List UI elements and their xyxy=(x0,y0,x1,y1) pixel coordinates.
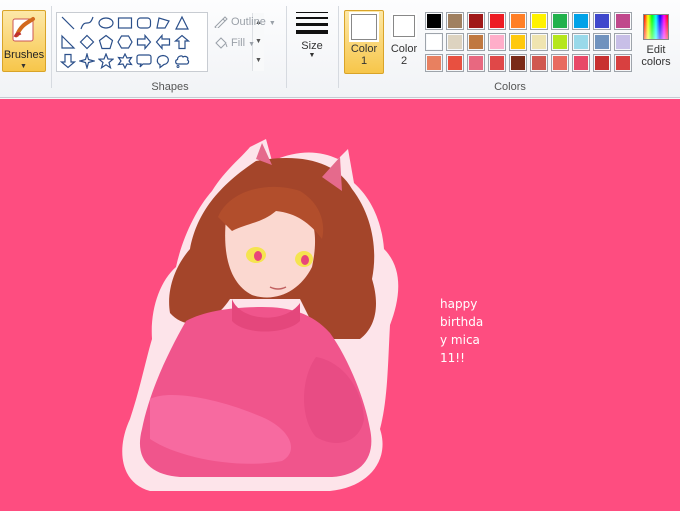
chevron-down-icon: ▼ xyxy=(20,63,27,70)
brush-icon xyxy=(12,17,35,42)
palette-swatch[interactable] xyxy=(572,33,590,51)
palette-swatch[interactable] xyxy=(488,12,506,30)
palette-swatch[interactable] xyxy=(530,54,548,72)
line-width-icon xyxy=(292,12,332,34)
color1-label: Color 1 xyxy=(350,43,378,67)
edit-colors-button[interactable]: Edit colors xyxy=(636,12,676,76)
palette-swatch[interactable] xyxy=(551,54,569,72)
palette-swatch[interactable] xyxy=(551,33,569,51)
brushes-label: Brushes xyxy=(3,49,45,61)
outline-icon xyxy=(214,16,228,30)
oval-icon[interactable] xyxy=(97,14,115,32)
fill-bucket-icon xyxy=(215,37,228,49)
palette-swatch[interactable] xyxy=(509,54,527,72)
palette-swatch[interactable] xyxy=(614,12,632,30)
shapes-gallery[interactable]: ▲ ▼ ▼ xyxy=(56,12,264,72)
brushes-button[interactable]: Brushes ▼ xyxy=(2,10,46,72)
size-button[interactable]: Size ▼ xyxy=(292,12,332,74)
palette-swatch[interactable] xyxy=(446,54,464,72)
five-point-star-icon[interactable] xyxy=(97,52,115,70)
outline-button[interactable]: Outline ▼ xyxy=(214,16,276,30)
palette-swatch[interactable] xyxy=(530,12,548,30)
palette-swatch[interactable] xyxy=(467,33,485,51)
rounded-rectangle-icon[interactable] xyxy=(135,14,153,32)
palette-swatch[interactable] xyxy=(614,54,632,72)
palette-swatch[interactable] xyxy=(509,12,527,30)
oval-callout-icon[interactable] xyxy=(154,52,172,70)
fill-label: Fill xyxy=(231,37,246,49)
right-triangle-icon[interactable] xyxy=(59,33,77,51)
color2-swatch xyxy=(391,13,417,39)
palette-swatch[interactable] xyxy=(488,33,506,51)
chevron-down-icon: ▼ xyxy=(248,41,256,48)
outline-label: Outline xyxy=(231,16,266,28)
separator xyxy=(286,6,287,88)
left-arrow-icon[interactable] xyxy=(154,33,172,51)
palette-swatch[interactable] xyxy=(446,33,464,51)
palette-swatch[interactable] xyxy=(530,33,548,51)
palette-swatch[interactable] xyxy=(551,12,569,30)
color2-label: Color 2 xyxy=(390,43,418,67)
color1-button[interactable]: Color 1 xyxy=(344,10,384,74)
birthday-text: happy birthda y mica 11!! xyxy=(440,297,484,365)
palette-swatch[interactable] xyxy=(425,33,443,51)
polygon-icon[interactable] xyxy=(154,14,172,32)
palette-swatch[interactable] xyxy=(488,54,506,72)
curve-icon[interactable] xyxy=(78,14,96,32)
fill-button[interactable]: Fill ▼ xyxy=(214,37,255,49)
pentagon-icon[interactable] xyxy=(97,33,115,51)
edit-colors-label: Edit colors xyxy=(641,44,671,68)
character-artwork xyxy=(122,139,399,491)
up-arrow-icon[interactable] xyxy=(173,33,191,51)
palette-swatch[interactable] xyxy=(467,12,485,30)
shapes-group-label: Shapes xyxy=(151,81,189,93)
down-arrow-icon[interactable] xyxy=(59,52,77,70)
color-spectrum-icon xyxy=(643,14,669,40)
chevron-down-icon: ▼ xyxy=(308,52,316,59)
size-label: Size xyxy=(301,40,323,52)
triangle-icon[interactable] xyxy=(173,14,191,32)
palette-swatch[interactable] xyxy=(425,54,443,72)
gallery-expand-icon[interactable]: ▼ xyxy=(253,51,264,70)
separator xyxy=(51,6,52,88)
chevron-down-icon: ▼ xyxy=(268,20,276,27)
ribbon: Brushes ▼ ▲ ▼ ▼ Outline ▼ Fill ▼ Shapes … xyxy=(0,0,680,98)
cloud-callout-icon[interactable] xyxy=(173,52,191,70)
palette-swatch[interactable] xyxy=(467,54,485,72)
diamond-icon[interactable] xyxy=(78,33,96,51)
color2-button[interactable]: Color 2 xyxy=(386,10,422,74)
four-point-star-icon[interactable] xyxy=(77,51,97,71)
palette-swatch[interactable] xyxy=(593,12,611,30)
colors-group-label: Colors xyxy=(494,81,526,93)
palette-swatch[interactable] xyxy=(572,54,590,72)
right-arrow-icon[interactable] xyxy=(135,33,153,51)
hexagon-icon[interactable] xyxy=(116,33,134,51)
palette-swatch[interactable] xyxy=(509,33,527,51)
separator xyxy=(338,6,339,88)
six-point-star-icon[interactable] xyxy=(116,52,134,70)
palette-swatch[interactable] xyxy=(614,33,632,51)
palette-swatch[interactable] xyxy=(446,12,464,30)
drawing-canvas[interactable]: happy birthda y mica 11!! xyxy=(0,99,680,511)
rounded-callout-icon[interactable] xyxy=(135,52,153,70)
line-icon[interactable] xyxy=(59,14,77,32)
color1-swatch xyxy=(349,12,379,42)
rectangle-icon[interactable] xyxy=(116,14,134,32)
palette-swatch[interactable] xyxy=(593,54,611,72)
palette-swatch[interactable] xyxy=(425,12,443,30)
palette-swatch[interactable] xyxy=(593,33,611,51)
palette-swatch[interactable] xyxy=(572,12,590,30)
